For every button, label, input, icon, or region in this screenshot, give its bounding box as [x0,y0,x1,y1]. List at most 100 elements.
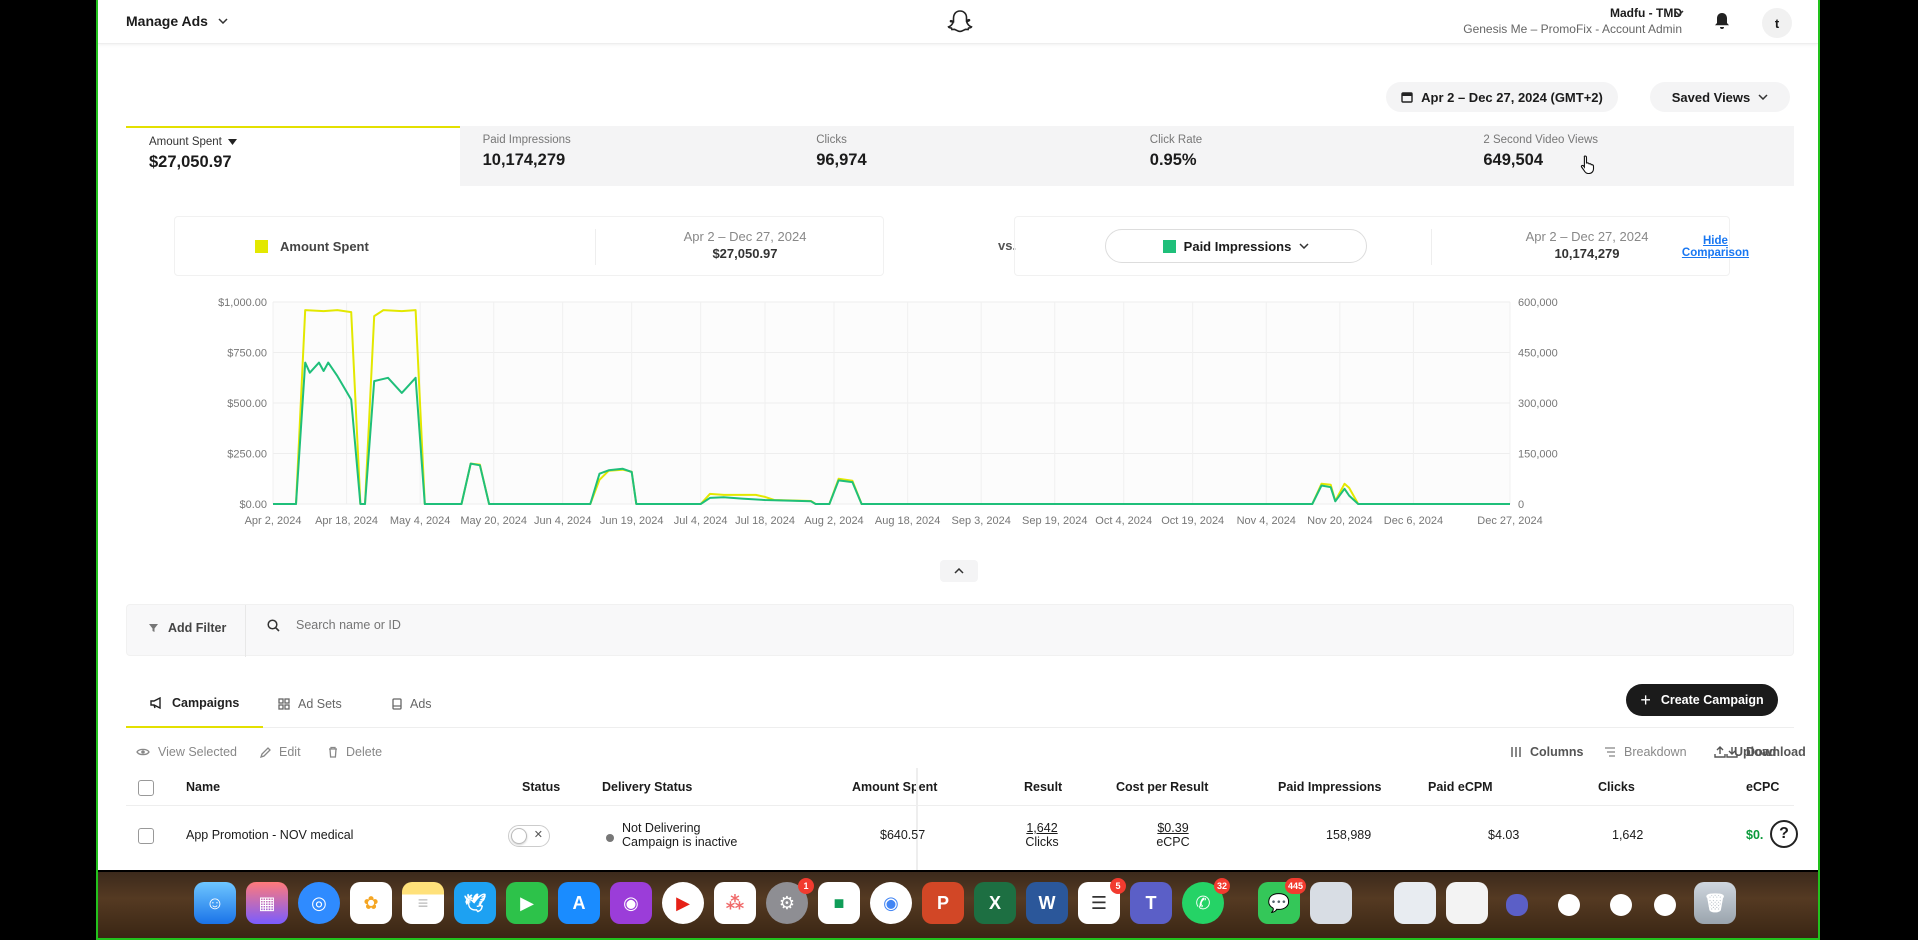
help-button[interactable]: ? [1770,820,1798,848]
notifications-bell-icon[interactable] [1714,12,1730,30]
select-all-checkbox[interactable] [138,780,154,796]
comparison-metric-dropdown[interactable]: Paid Impressions [1105,229,1367,263]
cost-per-result-link[interactable]: $0.39 [1148,821,1198,835]
comparison-right-label: Paid Impressions [1183,238,1292,254]
account-chevron-icon[interactable] [1674,10,1684,16]
app-store-icon[interactable]: A [558,882,600,924]
columns-button[interactable]: Columns [1510,736,1583,768]
edit-button[interactable]: Edit [260,736,301,768]
metric-clicks[interactable]: Clicks 96,974 [793,126,1127,186]
twitter-icon[interactable]: 🕊 [454,882,496,924]
download-button[interactable]: Download [1726,736,1806,768]
delete-button[interactable]: Delete [328,736,382,768]
col-ecpc[interactable]: eCPC [1746,780,1779,794]
teams-icon[interactable]: T [1130,882,1172,924]
comparison-primary: Amount Spent Apr 2 – Dec 27, 2024 $27,05… [174,216,884,276]
metric-amount-spent[interactable]: Amount Spent $27,050.97 [126,126,460,186]
y-left-tick-label: $1,000.00 [218,297,267,309]
photos-icon[interactable]: ✿ [350,882,392,924]
collapse-chart-button[interactable] [940,560,978,582]
launchpad-icon[interactable]: ▦ [246,882,288,924]
avatar[interactable]: t [1762,8,1792,38]
asana-icon[interactable]: ⁂ [714,882,756,924]
trash-icon[interactable]: 🗑 [1694,882,1736,924]
powerpoint-icon[interactable]: P [922,882,964,924]
col-cost-per-result[interactable]: Cost per Result [1116,780,1208,794]
add-filter-button[interactable]: Add Filter [149,621,226,635]
podcasts-icon[interactable]: ◉ [610,882,652,924]
x-tick-label: Aug 18, 2024 [875,515,940,527]
reminders-icon[interactable]: ☰ 5 [1078,878,1126,924]
create-campaign-button[interactable]: + Create Campaign [1626,684,1778,716]
comparison-left-range: Apr 2 – Dec 27, 2024 [683,229,807,244]
date-range-button[interactable]: Apr 2 – Dec 27, 2024 (GMT+2) [1386,82,1618,112]
google-meet-icon[interactable]: ■ [818,882,860,924]
safari-icon[interactable]: ◎ [298,882,340,924]
eye-icon [136,748,150,756]
reminders-badge: 5 [1110,878,1126,894]
facetime-icon[interactable]: ▶ [506,882,548,924]
metric-video-views[interactable]: 2 Second Video Views 649,504 [1460,126,1794,186]
tab-label: Campaigns [172,696,240,710]
cell-ecpc: $0. [1746,828,1764,842]
columns-label: Columns [1530,745,1584,759]
col-status[interactable]: Status [522,780,560,794]
col-clicks[interactable]: Clicks [1598,780,1635,794]
result-value-link[interactable]: 1,642 [1016,821,1068,835]
calendar-icon [1401,92,1413,103]
x-tick-label: Dec 27, 2024 [1477,515,1542,527]
search-box [267,618,696,632]
col-amount-spent[interactable]: Amount Spent [852,780,937,794]
cell-paid-impressions: 158,989 [1326,828,1372,842]
teams-small-icon[interactable] [1506,894,1528,916]
saved-views-button[interactable]: Saved Views [1650,82,1790,112]
youtube-icon[interactable]: ▶ [662,882,704,924]
col-result[interactable]: Result [1024,780,1062,794]
edit-label: Edit [279,745,301,759]
view-selected-label: View Selected [158,745,237,759]
excel-icon[interactable]: X [974,882,1016,924]
status-toggle[interactable]: ✕ [508,825,550,847]
breakdown-button[interactable]: Breakdown [1604,736,1687,768]
notes-icon[interactable]: ≡ [402,882,444,924]
col-paid-impressions[interactable]: Paid Impressions [1278,780,1382,794]
word-icon[interactable]: W [1026,882,1068,924]
chrome-small-icon[interactable] [1558,894,1580,916]
document-thumbnail-icon[interactable] [1394,882,1436,924]
chrome-icon[interactable]: ◉ [870,882,912,924]
finder-icon[interactable]: ☺ [194,882,236,924]
metric-label: 2 Second Video Views [1483,134,1599,146]
x-tick-label: Oct 19, 2024 [1161,515,1224,527]
x-tick-label: Apr 18, 2024 [315,515,378,527]
whatsapp-icon[interactable]: ✆ 32 [1182,878,1230,924]
tab-campaigns[interactable]: Campaigns [126,680,264,728]
col-delivery-status[interactable]: Delivery Status [602,780,692,794]
chrome-small-icon-3[interactable] [1654,894,1676,916]
account-switcher[interactable]: Madfu - TMD Genesis Me – PromoFix - Acco… [1463,6,1682,36]
result-unit: Clicks [1025,835,1059,849]
x-tick-label: Apr 2, 2024 [245,515,302,527]
snapchat-ghost-icon[interactable] [947,8,973,36]
png-file-icon[interactable] [1446,882,1488,924]
view-selected-button[interactable]: View Selected [136,736,237,768]
preview-icon[interactable] [1310,882,1352,924]
pencil-icon [260,746,271,758]
col-paid-ecpm[interactable]: Paid eCPM [1428,780,1493,794]
hide-comparison-link[interactable]: Hide Comparison [1682,235,1749,259]
tab-ads[interactable]: Ads [392,680,432,728]
campaign-name-link[interactable]: App Promotion - NOV medical [186,828,353,842]
col-name[interactable]: Name [186,780,220,794]
chrome-small-icon-2[interactable] [1610,894,1632,916]
row-checkbox[interactable] [138,828,154,844]
metric-click-rate[interactable]: Click Rate 0.95% [1127,126,1461,186]
metric-paid-impressions[interactable]: Paid Impressions 10,174,279 [460,126,794,186]
system-settings-icon[interactable]: ⚙ 1 [766,878,814,924]
delivery-status: Not Delivering [622,821,701,835]
table-row[interactable]: App Promotion - NOV medical ✕ Not Delive… [126,810,1794,864]
breakdown-label: Breakdown [1624,745,1687,759]
tab-ad-sets[interactable]: Ad Sets [278,680,342,728]
manage-ads-menu[interactable]: Manage Ads [126,13,228,29]
y-right-tick-label: 150,000 [1518,449,1558,461]
search-input[interactable] [296,618,696,632]
messages-icon[interactable]: 💬 445 [1258,878,1306,924]
